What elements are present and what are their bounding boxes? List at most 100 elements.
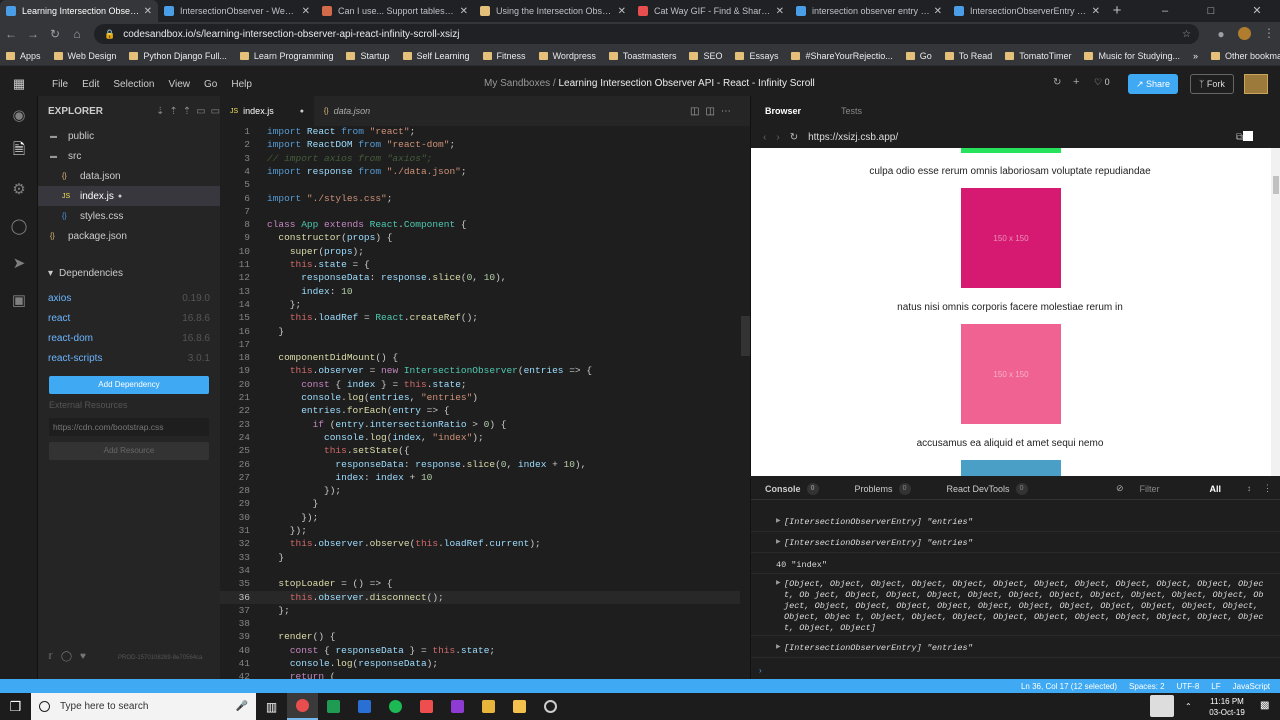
code-line[interactable]: 7: [220, 205, 267, 218]
code-line[interactable]: 15 this.loadRef = React.createRef();: [220, 311, 478, 324]
console-entry[interactable]: 40 "index": [751, 557, 1280, 574]
bookmark-item[interactable]: Python Django Full...: [129, 51, 227, 61]
extension-icon[interactable]: ●: [1210, 27, 1232, 41]
close-tab-icon[interactable]: ✕: [302, 6, 310, 17]
preview-forward-icon[interactable]: ›: [776, 132, 779, 143]
omnibox[interactable]: 🔒 codesandbox.io/s/learning-intersection…: [94, 24, 1199, 44]
notifications-icon[interactable]: ▩: [1260, 700, 1269, 711]
code-line[interactable]: 40 const { responseData } = this.state;: [220, 644, 496, 657]
back-icon[interactable]: ←: [0, 27, 22, 41]
expand-arrow-icon[interactable]: ▶: [776, 538, 781, 545]
add-resource-button[interactable]: Add Resource: [49, 442, 209, 460]
menu-dots-icon[interactable]: ⋮: [1258, 26, 1280, 40]
file-item[interactable]: {} data.json: [38, 166, 220, 186]
browser-tab[interactable]: IntersectionObserverEntry - Web ✕: [948, 0, 1106, 22]
code-line[interactable]: 19 this.observer = new IntersectionObser…: [220, 364, 592, 377]
browser-tab[interactable]: intersection observer entry - Goo ✕: [790, 0, 948, 22]
console-level-select[interactable]: All: [1209, 484, 1221, 494]
menu-item[interactable]: Go: [204, 79, 217, 90]
code-line[interactable]: 13 index: 10: [220, 285, 353, 298]
editor-tab[interactable]: {} data.json: [314, 96, 380, 126]
code-line[interactable]: 38: [220, 617, 267, 630]
close-tab-icon[interactable]: ✕: [934, 6, 942, 17]
code-line[interactable]: 6 import "./styles.css";: [220, 192, 392, 205]
window-close-icon[interactable]: ✕: [1234, 0, 1280, 22]
status-item[interactable]: UTF-8: [1177, 682, 1200, 691]
code-line[interactable]: 33 }: [220, 551, 285, 564]
plus-icon[interactable]: +: [1073, 76, 1079, 88]
close-tab-icon[interactable]: ✕: [618, 6, 626, 17]
browser-tab[interactable]: IntersectionObserver - Web APIs ✕: [158, 0, 316, 22]
chrome-taskbar-icon[interactable]: [287, 693, 318, 720]
bookmark-item[interactable]: Startup: [346, 51, 390, 61]
console-entry[interactable]: ▶ [Object, Object, Object, Object, Object…: [751, 576, 1280, 636]
code-line[interactable]: 31 });: [220, 524, 307, 537]
code-line[interactable]: 11 this.state = {: [220, 258, 370, 271]
preview-url[interactable]: https://xsizj.csb.app/: [808, 132, 898, 143]
code-line[interactable]: 3 // import axios from "axios";: [220, 152, 432, 165]
menu-item[interactable]: Selection: [113, 79, 154, 90]
explorer-actions-icon[interactable]: ⇣⇡⇡▭▭: [156, 106, 225, 117]
bookmark-item[interactable]: Learn Programming: [239, 51, 333, 61]
code-area[interactable]: 1 import React from "react"; 2 import React…: [220, 125, 750, 679]
code-line[interactable]: 8 class App extends React.Component {: [220, 218, 466, 231]
editor-scrollbar[interactable]: [741, 316, 750, 356]
settings-icon[interactable]: ⚙: [0, 170, 38, 207]
file-item[interactable]: JS index.js ●: [38, 186, 220, 206]
code-line[interactable]: 36 this.observer.disconnect();: [220, 590, 740, 604]
reload-icon[interactable]: ↻: [44, 27, 66, 41]
share-button[interactable]: ↗ Share: [1128, 74, 1179, 94]
like-button[interactable]: ♡ 0: [1094, 77, 1110, 88]
code-line[interactable]: 28 });: [220, 484, 342, 497]
app-taskbar-icon[interactable]: [349, 693, 380, 720]
csb-logo-icon[interactable]: ▦: [0, 76, 38, 92]
close-tab-icon[interactable]: ✕: [1092, 6, 1100, 17]
bookmark-item[interactable]: Music for Studying...: [1084, 51, 1180, 61]
code-line[interactable]: 2 import ReactDOM from "react-dom";: [220, 138, 455, 151]
code-line[interactable]: 37 };: [220, 604, 290, 617]
bookmark-item[interactable]: Wordpress: [538, 51, 596, 61]
dependency-item[interactable]: react-dom 16.8.6: [38, 328, 220, 348]
code-line[interactable]: 10 super(props);: [220, 245, 364, 258]
console-tab[interactable]: Problems 0: [855, 482, 911, 495]
code-line[interactable]: 18 componentDidMount() {: [220, 351, 399, 364]
file-item[interactable]: ▬ public: [38, 126, 220, 146]
menu-item[interactable]: File: [52, 79, 68, 90]
bookmark-item[interactable]: Self Learning: [402, 51, 470, 61]
dependency-item[interactable]: react 16.8.6: [38, 308, 220, 328]
file-item[interactable]: ▬ src: [38, 146, 220, 166]
code-line[interactable]: 16 }: [220, 325, 285, 338]
code-line[interactable]: 22 entries.forEach(entry => {: [220, 404, 450, 417]
clock[interactable]: 11:16 PM 03-Oct-19: [1206, 696, 1248, 718]
file-item[interactable]: {} package.json: [38, 226, 220, 246]
bookmark-item[interactable]: #ShareYourRejectio...: [791, 51, 893, 61]
expand-arrow-icon[interactable]: ▶: [776, 517, 781, 524]
new-tab-icon[interactable]: +: [1106, 0, 1128, 22]
browser-tab[interactable]: Can I use... Support tables for HT ✕: [316, 0, 474, 22]
browser-tab[interactable]: Learning Intersection Observer A ✕: [0, 0, 158, 22]
external-resource-input[interactable]: https://cdn.com/bootstrap.css: [49, 418, 209, 436]
bookmarks-more-icon[interactable]: »: [1193, 51, 1198, 61]
onenote-taskbar-icon[interactable]: [442, 693, 473, 720]
status-item[interactable]: Spaces: 2: [1129, 682, 1165, 691]
status-item[interactable]: JavaScript: [1233, 682, 1270, 691]
fullscreen-icon[interactable]: [1243, 131, 1253, 141]
status-item[interactable]: LF: [1211, 682, 1220, 691]
browser-tab[interactable]: Cat Way GIF - Find & Share on Gi ✕: [632, 0, 790, 22]
social-icons[interactable]: 𝕣◯♥: [48, 651, 94, 662]
code-line[interactable]: 29 }: [220, 497, 319, 510]
code-line[interactable]: 27 index: index + 10: [220, 471, 433, 484]
editor-layout-icons[interactable]: ◫◫⋯: [690, 106, 737, 117]
add-dependency-button[interactable]: Add Dependency: [49, 376, 209, 394]
forward-icon[interactable]: →: [22, 27, 44, 41]
preview-tab[interactable]: Browser: [765, 106, 801, 116]
code-line[interactable]: 14 };: [220, 298, 302, 311]
minimize-icon[interactable]: –: [1142, 0, 1188, 22]
maximize-icon[interactable]: □: [1188, 0, 1234, 22]
windows-start-icon[interactable]: ❒: [0, 693, 31, 720]
star-icon[interactable]: ☆: [1182, 29, 1191, 40]
code-line[interactable]: 25 this.setState({: [220, 444, 410, 457]
console-entry[interactable]: ▶ [IntersectionObserverEntry] "entries": [751, 640, 1280, 658]
file-explorer-taskbar-icon[interactable]: [473, 693, 504, 720]
clear-console-icon[interactable]: ⊘: [1116, 483, 1124, 494]
